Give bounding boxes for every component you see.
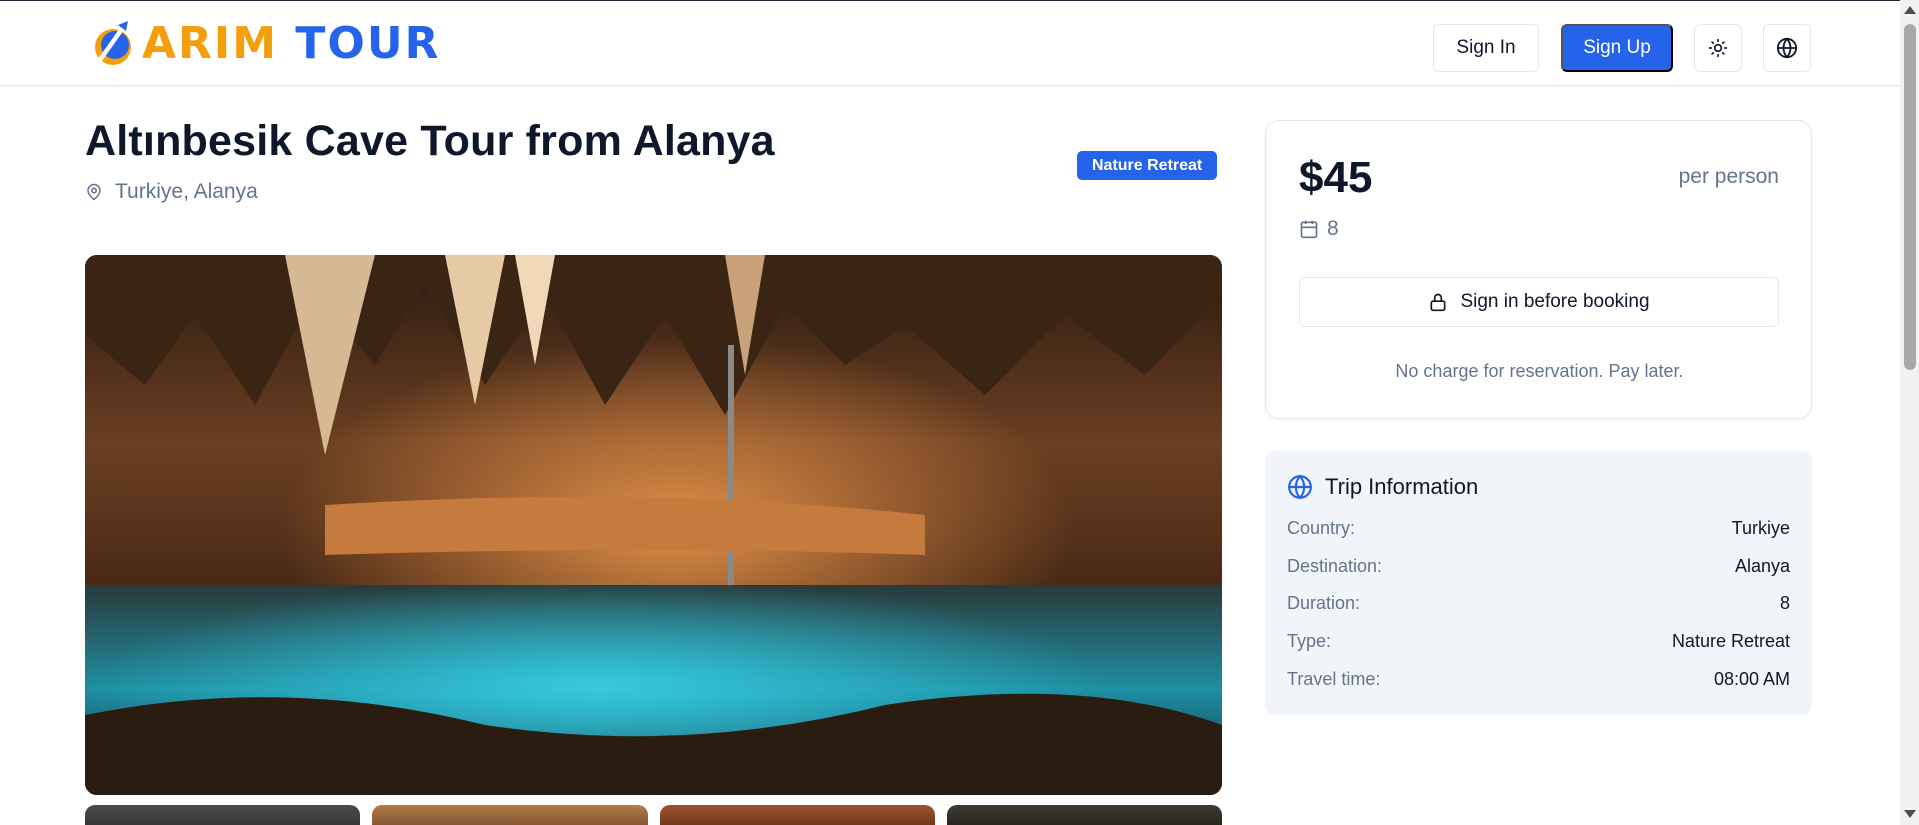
trip-info-heading: Trip Information xyxy=(1287,474,1478,500)
tour-type-badge: Nature Retreat xyxy=(1077,151,1218,180)
sun-icon xyxy=(1708,38,1728,58)
info-label: Type: xyxy=(1287,631,1332,651)
info-row-travel-time: Travel time: 08:00 AM xyxy=(1287,669,1790,690)
map-pin-icon xyxy=(87,183,101,201)
info-value: 08:00 AM xyxy=(1713,669,1790,689)
trip-info-title: Trip Information xyxy=(1325,474,1479,499)
info-label: Duration: xyxy=(1287,593,1361,613)
logo-text: ARIM TOUR xyxy=(142,19,440,69)
info-row-country: Country: Turkiye xyxy=(1287,518,1790,539)
duration-value: 8 xyxy=(1327,217,1339,240)
location-text: Turkiye, Alanya xyxy=(115,180,258,203)
tour-location: Turkiye, Alanya xyxy=(85,180,258,204)
thumbnail-3[interactable] xyxy=(659,805,935,825)
thumbnail-2[interactable] xyxy=(372,805,648,825)
site-logo[interactable]: ARIM TOUR xyxy=(88,19,440,69)
info-value: Turkiye xyxy=(1731,518,1790,538)
price-unit: per person xyxy=(1678,165,1779,188)
vertical-scrollbar[interactable] xyxy=(1900,0,1919,825)
globe-icon xyxy=(1776,37,1798,59)
logo-text-arim: ARIM xyxy=(142,18,279,69)
info-label: Destination: xyxy=(1287,556,1383,576)
globe-icon xyxy=(1288,474,1312,500)
duration: 8 xyxy=(1299,217,1339,241)
trip-information: Trip Information Country: Turkiye Destin… xyxy=(1265,451,1812,715)
sign-up-button[interactable]: Sign Up xyxy=(1561,24,1673,72)
scroll-down-arrow-icon[interactable] xyxy=(1904,810,1916,818)
info-value: Alanya xyxy=(1734,556,1790,576)
booking-button-label: Sign in before booking xyxy=(1460,291,1650,312)
logo-plane-icon xyxy=(95,21,131,65)
calendar-icon xyxy=(1300,220,1318,239)
language-button[interactable] xyxy=(1763,24,1811,72)
sign-in-button[interactable]: Sign In xyxy=(1433,24,1539,72)
lock-icon xyxy=(1430,293,1446,312)
cave-photo xyxy=(85,255,1222,795)
info-label: Travel time: xyxy=(1287,669,1381,689)
sign-in-before-booking-button[interactable]: Sign in before booking xyxy=(1299,277,1779,327)
logo-text-tour: TOUR xyxy=(295,18,441,69)
info-label: Country: xyxy=(1287,518,1356,538)
site-header: ARIM TOUR Sign In Sign Up xyxy=(0,1,1900,86)
reservation-note: No charge for reservation. Pay later. xyxy=(1395,361,1684,381)
info-value: Nature Retreat xyxy=(1671,631,1790,651)
booking-card: $45 per person 8 Sign in before booking … xyxy=(1265,120,1812,419)
info-value: 8 xyxy=(1779,593,1790,613)
scroll-up-arrow-icon[interactable] xyxy=(1904,6,1916,14)
scrollbar-thumb[interactable] xyxy=(1904,24,1916,370)
info-row-duration: Duration: 8 xyxy=(1287,593,1790,614)
thumbnail-1[interactable] xyxy=(85,805,361,825)
thumbnail-strip xyxy=(85,805,1222,825)
price: $45 xyxy=(1299,153,1373,202)
theme-toggle-button[interactable] xyxy=(1694,24,1742,72)
info-row-type: Type: Nature Retreat xyxy=(1287,631,1790,652)
thumbnail-4[interactable] xyxy=(946,805,1222,825)
hero-image[interactable] xyxy=(85,255,1222,795)
info-row-destination: Destination: Alanya xyxy=(1287,556,1790,577)
tour-title: Altınbesik Cave Tour from Alanya xyxy=(85,117,775,165)
